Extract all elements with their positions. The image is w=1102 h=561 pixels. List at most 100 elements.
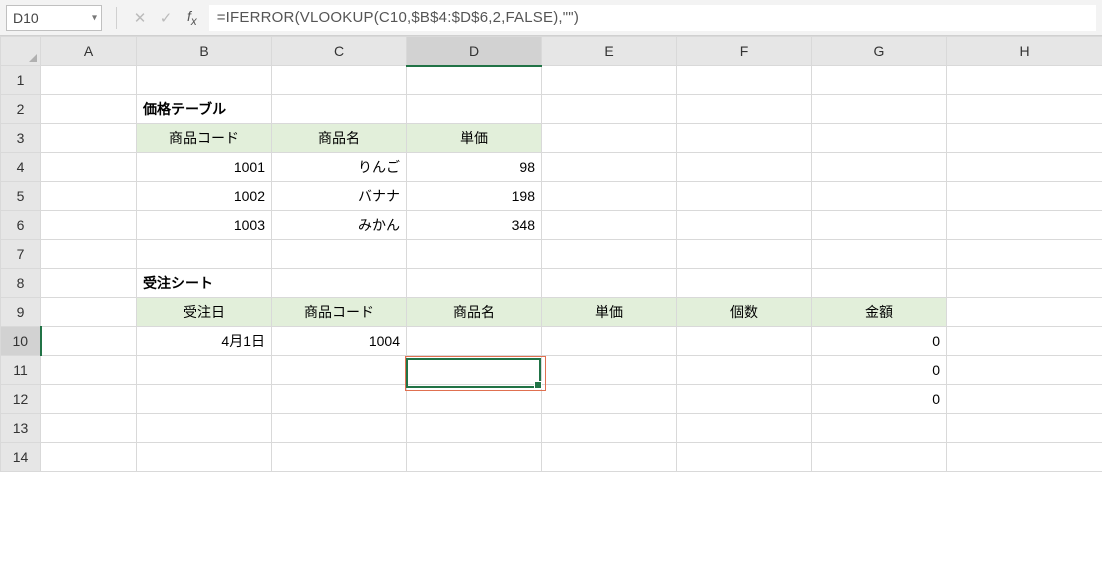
cell-C8[interactable] [272, 269, 407, 298]
cell-D10[interactable] [407, 327, 542, 356]
cell-C10[interactable]: 1004 [272, 327, 407, 356]
cell-G4[interactable] [812, 153, 947, 182]
cell-E14[interactable] [542, 443, 677, 472]
cell-G10[interactable]: 0 [812, 327, 947, 356]
cell-G1[interactable] [812, 66, 947, 95]
cell-G13[interactable] [812, 414, 947, 443]
confirm-icon[interactable]: ✓ [157, 9, 175, 27]
row-2[interactable]: 2 [1, 95, 41, 124]
formula-bar[interactable]: =IFERROR(VLOOKUP(C10,$B$4:$D$6,2,FALSE),… [209, 5, 1096, 31]
cell-F5[interactable] [677, 182, 812, 211]
cell-B10[interactable]: 4月1日 [137, 327, 272, 356]
cell-H4[interactable] [947, 153, 1102, 182]
col-G[interactable]: G [812, 37, 947, 66]
cell-C13[interactable] [272, 414, 407, 443]
row-7[interactable]: 7 [1, 240, 41, 269]
col-A[interactable]: A [41, 37, 137, 66]
cell-D14[interactable] [407, 443, 542, 472]
cell-H14[interactable] [947, 443, 1102, 472]
cell-D6[interactable]: 348 [407, 211, 542, 240]
cell-C5[interactable]: バナナ [272, 182, 407, 211]
cell-H1[interactable] [947, 66, 1102, 95]
cell-E3[interactable] [542, 124, 677, 153]
col-F[interactable]: F [677, 37, 812, 66]
fx-icon[interactable]: fx [183, 8, 201, 28]
cell-E8[interactable] [542, 269, 677, 298]
cell-A1[interactable] [41, 66, 137, 95]
cell-G9[interactable]: 金額 [812, 298, 947, 327]
cell-C1[interactable] [272, 66, 407, 95]
cell-C7[interactable] [272, 240, 407, 269]
cell-F2[interactable] [677, 95, 812, 124]
cell-D2[interactable] [407, 95, 542, 124]
cell-G11[interactable]: 0 [812, 356, 947, 385]
row-5[interactable]: 5 [1, 182, 41, 211]
cell-B14[interactable] [137, 443, 272, 472]
cell-B3[interactable]: 商品コード [137, 124, 272, 153]
cell-A4[interactable] [41, 153, 137, 182]
cell-B1[interactable] [137, 66, 272, 95]
cell-H9[interactable] [947, 298, 1102, 327]
cell-E10[interactable] [542, 327, 677, 356]
cell-F12[interactable] [677, 385, 812, 414]
cell-C2[interactable] [272, 95, 407, 124]
cell-H3[interactable] [947, 124, 1102, 153]
cell-H2[interactable] [947, 95, 1102, 124]
cell-H6[interactable] [947, 211, 1102, 240]
cell-F13[interactable] [677, 414, 812, 443]
cell-D13[interactable] [407, 414, 542, 443]
cell-A8[interactable] [41, 269, 137, 298]
cell-E9[interactable]: 単価 [542, 298, 677, 327]
cell-F8[interactable] [677, 269, 812, 298]
cell-C14[interactable] [272, 443, 407, 472]
cell-H10[interactable] [947, 327, 1102, 356]
cell-F14[interactable] [677, 443, 812, 472]
cell-C9[interactable]: 商品コード [272, 298, 407, 327]
cell-B4[interactable]: 1001 [137, 153, 272, 182]
cell-E7[interactable] [542, 240, 677, 269]
cell-G3[interactable] [812, 124, 947, 153]
cell-E5[interactable] [542, 182, 677, 211]
col-H[interactable]: H [947, 37, 1102, 66]
cell-C6[interactable]: みかん [272, 211, 407, 240]
cell-A11[interactable] [41, 356, 137, 385]
cell-D7[interactable] [407, 240, 542, 269]
cell-F11[interactable] [677, 356, 812, 385]
row-4[interactable]: 4 [1, 153, 41, 182]
cell-B13[interactable] [137, 414, 272, 443]
col-D[interactable]: D [407, 37, 542, 66]
row-8[interactable]: 8 [1, 269, 41, 298]
cell-H11[interactable] [947, 356, 1102, 385]
row-10[interactable]: 10 [1, 327, 41, 356]
cell-G5[interactable] [812, 182, 947, 211]
cell-G7[interactable] [812, 240, 947, 269]
cell-H7[interactable] [947, 240, 1102, 269]
cell-A3[interactable] [41, 124, 137, 153]
cancel-icon[interactable]: ✕ [131, 9, 149, 27]
cell-B7[interactable] [137, 240, 272, 269]
cell-G2[interactable] [812, 95, 947, 124]
cell-E6[interactable] [542, 211, 677, 240]
cell-D11[interactable] [407, 356, 542, 385]
worksheet[interactable]: A B C D E F G H 1 2 価格テーブル 3 商品コード 商品名 単… [0, 36, 1102, 472]
cell-C3[interactable]: 商品名 [272, 124, 407, 153]
cell-B12[interactable] [137, 385, 272, 414]
cell-A10[interactable] [41, 327, 137, 356]
row-9[interactable]: 9 [1, 298, 41, 327]
cell-D3[interactable]: 単価 [407, 124, 542, 153]
cell-H13[interactable] [947, 414, 1102, 443]
cell-G12[interactable]: 0 [812, 385, 947, 414]
dropdown-icon[interactable]: ▾ [92, 12, 97, 23]
cell-A14[interactable] [41, 443, 137, 472]
grid[interactable]: A B C D E F G H 1 2 価格テーブル 3 商品コード 商品名 単… [0, 36, 1102, 472]
cell-F3[interactable] [677, 124, 812, 153]
row-11[interactable]: 11 [1, 356, 41, 385]
col-B[interactable]: B [137, 37, 272, 66]
col-C[interactable]: C [272, 37, 407, 66]
cell-A12[interactable] [41, 385, 137, 414]
cell-B9[interactable]: 受注日 [137, 298, 272, 327]
cell-A13[interactable] [41, 414, 137, 443]
row-13[interactable]: 13 [1, 414, 41, 443]
cell-B8[interactable]: 受注シート [137, 269, 272, 298]
cell-B5[interactable]: 1002 [137, 182, 272, 211]
